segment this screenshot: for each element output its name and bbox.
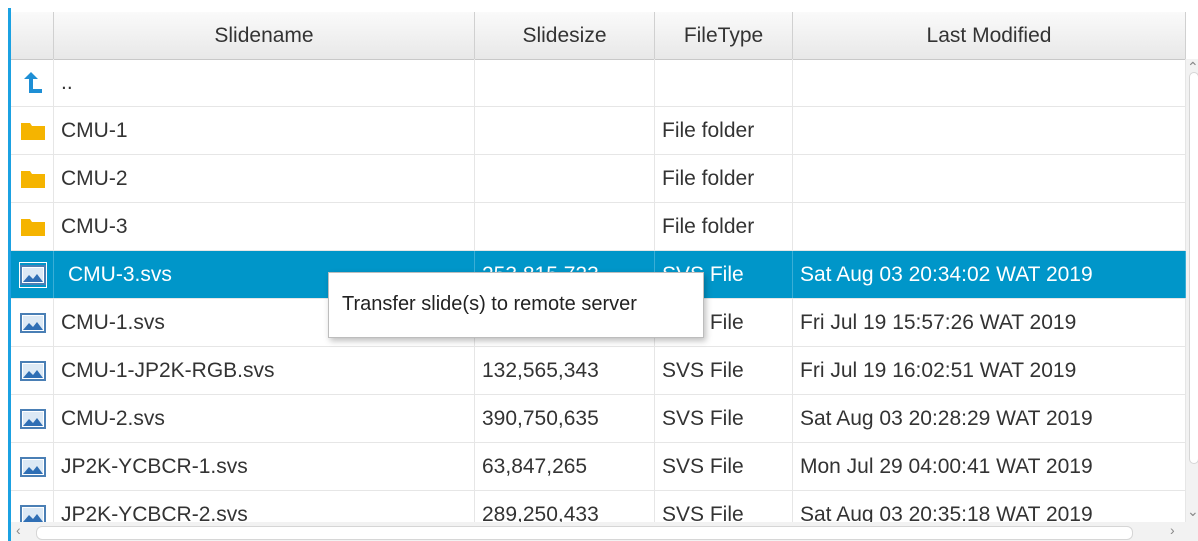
cell-filetype: SVS File xyxy=(655,443,793,490)
scroll-down-icon[interactable]: ⌄ xyxy=(1187,503,1198,520)
cell-slidename: JP2K-YCBCR-1.svs xyxy=(54,443,475,490)
row-icon-cell xyxy=(11,299,54,346)
cell-slidename: CMU-3 xyxy=(54,203,475,250)
cell-slidename: CMU-2 xyxy=(54,155,475,202)
table-row[interactable]: CMU-1-JP2K-RGB.svs 132,565,343 SVS File Fri… xyxy=(11,347,1186,395)
image-file-icon xyxy=(20,361,46,381)
column-header-last-modified[interactable]: Last Modified xyxy=(793,12,1186,59)
table-row[interactable]: CMU-2 File folder xyxy=(11,155,1186,203)
cell-last-modified xyxy=(793,203,1186,250)
cell-slidename: CMU-1 xyxy=(54,107,475,154)
cell-last-modified: Fri Jul 19 16:02:51 WAT 2019 xyxy=(793,347,1186,394)
scroll-right-icon[interactable]: › xyxy=(1170,522,1175,538)
folder-icon xyxy=(21,123,45,140)
table-row[interactable]: CMU-1 File folder xyxy=(11,107,1186,155)
cell-last-modified: Sat Aug 03 20:34:02 WAT 2019 xyxy=(793,251,1186,298)
column-header-slidesize[interactable]: Slidesize xyxy=(475,12,655,59)
cell-slidesize: 289,250,433 xyxy=(475,491,655,522)
image-file-icon xyxy=(19,262,47,288)
cell-last-modified xyxy=(793,155,1186,202)
cell-filetype: File folder xyxy=(655,107,793,154)
cell-slidename: CMU-2.svs xyxy=(54,395,475,442)
tooltip: Transfer slide(s) to remote server xyxy=(328,272,704,338)
table-row[interactable]: .. xyxy=(11,59,1186,107)
file-browser-table: Slidename Slidesize FileType Last Modifi… xyxy=(0,0,1198,541)
cell-last-modified xyxy=(793,59,1186,106)
cell-last-modified xyxy=(793,107,1186,154)
cell-last-modified: Sat Aug 03 20:28:29 WAT 2019 xyxy=(793,395,1186,442)
row-icon-cell xyxy=(11,59,54,106)
cell-slidesize xyxy=(475,107,655,154)
folder-icon xyxy=(21,219,45,236)
row-icon-cell xyxy=(11,443,54,490)
vertical-scrollbar-thumb[interactable] xyxy=(1189,72,1198,464)
cell-slidesize xyxy=(475,203,655,250)
cell-last-modified: Mon Jul 29 04:00:41 WAT 2019 xyxy=(793,443,1186,490)
table-row[interactable]: JP2K-YCBCR-2.svs 289,250,433 SVS File Sat A… xyxy=(11,491,1186,522)
cell-slidename: .. xyxy=(54,59,475,106)
folder-icon xyxy=(21,171,45,188)
image-file-icon xyxy=(20,457,46,477)
scroll-left-icon[interactable]: ‹ xyxy=(16,522,21,538)
row-icon-cell xyxy=(11,107,54,154)
cell-slidesize: 390,750,635 xyxy=(475,395,655,442)
table-row[interactable]: JP2K-YCBCR-1.svs 63,847,265 SVS File Mon Ju… xyxy=(11,443,1186,491)
column-header-filetype[interactable]: FileType xyxy=(655,12,793,59)
cell-last-modified: Fri Jul 19 15:57:26 WAT 2019 xyxy=(793,299,1186,346)
table-row[interactable]: CMU-3 File folder xyxy=(11,203,1186,251)
row-icon-cell xyxy=(11,347,54,394)
cell-slidesize xyxy=(475,155,655,202)
cell-slidesize xyxy=(475,59,655,106)
image-file-icon xyxy=(20,409,46,429)
table-header: Slidename Slidesize FileType Last Modifi… xyxy=(11,12,1186,60)
cell-slidesize: 63,847,265 xyxy=(475,443,655,490)
image-file-icon xyxy=(20,505,46,522)
cell-last-modified: Sat Aug 03 20:35:18 WAT 2019 xyxy=(793,491,1186,522)
cell-filetype: SVS File xyxy=(655,395,793,442)
cell-filetype: File folder xyxy=(655,155,793,202)
cell-slidesize: 132,565,343 xyxy=(475,347,655,394)
cell-filetype: SVS File xyxy=(655,491,793,522)
row-icon-cell xyxy=(11,395,54,442)
column-header-icon[interactable] xyxy=(11,12,54,59)
row-icon-cell xyxy=(11,491,54,522)
scroll-up-icon[interactable]: ⌃ xyxy=(1187,59,1198,76)
column-header-slidename[interactable]: Slidename xyxy=(54,12,475,59)
up-arrow-icon xyxy=(24,72,42,93)
table-row[interactable]: CMU-2.svs 390,750,635 SVS File Sat Aug 03 2… xyxy=(11,395,1186,443)
cell-slidename: CMU-1-JP2K-RGB.svs xyxy=(54,347,475,394)
cell-slidename: JP2K-YCBCR-2.svs xyxy=(54,491,475,522)
row-icon-cell xyxy=(11,251,54,298)
row-icon-cell xyxy=(11,155,54,202)
cell-filetype: File folder xyxy=(655,203,793,250)
row-icon-cell xyxy=(11,203,54,250)
image-file-icon xyxy=(20,313,46,333)
cell-filetype: SVS File xyxy=(655,347,793,394)
horizontal-scrollbar-thumb[interactable] xyxy=(36,526,1133,540)
cell-filetype xyxy=(655,59,793,106)
